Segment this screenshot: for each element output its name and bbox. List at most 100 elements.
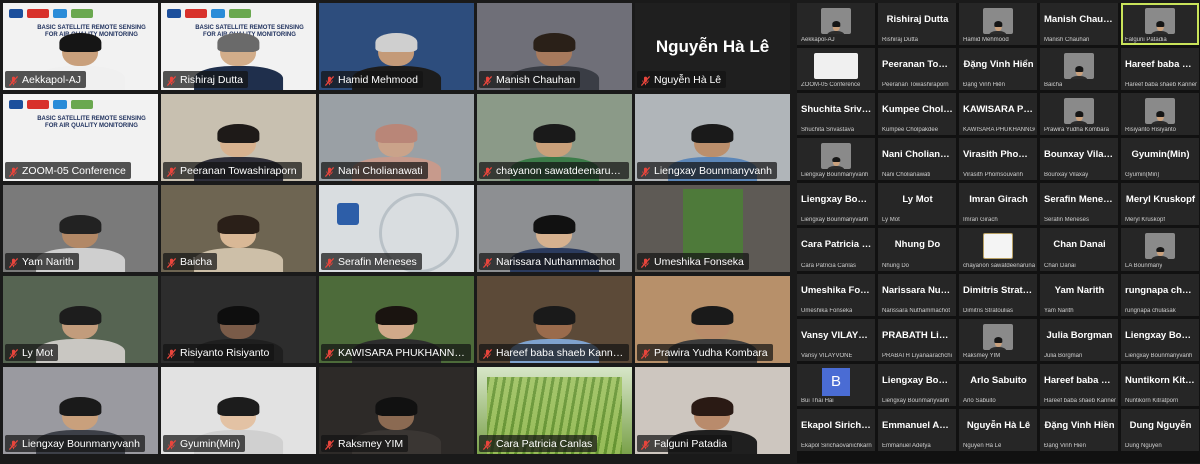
sidebar-participant-tile[interactable]: Manish Chauhan Manish Chauhan xyxy=(1040,3,1118,46)
sidebar-participant-tile[interactable]: Serafin Meneses Serafin Meneses xyxy=(1040,183,1118,226)
sidebar-participant-tile[interactable]: chayanon sawatdeenarunat xyxy=(959,228,1037,271)
sidebar-participant-tile[interactable]: Narissara Nutha... Narissara Nuthammachot xyxy=(878,273,956,316)
person-body xyxy=(1151,121,1169,125)
participant-tile[interactable]: Risiyanto Risiyanto xyxy=(161,276,316,363)
participant-name-label: Raksmey YIM xyxy=(321,435,409,452)
participant-tile[interactable]: Hareef baba shaeb Kannemadugu xyxy=(477,276,632,363)
participant-name: Liengxay Bounmanyvanh xyxy=(882,397,950,404)
muted-microphone-icon xyxy=(8,438,19,450)
participant-tile[interactable]: Prawira Yudha Kombara xyxy=(635,276,790,363)
sidebar-participant-tile[interactable]: Gyumin(Min) Gyumin(Min) xyxy=(1121,138,1199,181)
muted-microphone-icon xyxy=(324,256,335,268)
participant-name-label: Ly Mot xyxy=(5,344,59,361)
sidebar-participant-tile[interactable]: Nguyễn Hà Lê Nguyễn Hà Lê xyxy=(959,408,1037,451)
sidebar-participant-tile[interactable]: KAWISARA PHU... KAWISARA PHUKHANNGOEN xyxy=(959,93,1037,136)
participant-name-label: Hareef baba shaeb Kannemadugu xyxy=(479,344,629,361)
participant-tile[interactable]: Ly Mot xyxy=(3,276,158,363)
cmru-logo-icon xyxy=(983,233,1013,260)
sidebar-participant-tile[interactable]: PRABATH Liyan... PRABATH Liyanaarachchi xyxy=(878,318,956,361)
sidebar-participant-tile[interactable]: Kumpee Cholpa... Kumpee Cholpakdee xyxy=(878,93,956,136)
muted-microphone-icon xyxy=(482,438,493,450)
participant-tile[interactable]: Liengxay Bounmanyvanh xyxy=(3,367,158,454)
muted-microphone-icon xyxy=(166,256,177,268)
participant-tile[interactable]: Nguyễn Hà Lê Nguyễn Hà Lê xyxy=(635,3,790,90)
sidebar-participant-tile[interactable]: Nhung Do Nhung Do xyxy=(878,228,956,271)
sidebar-participant-tile[interactable]: Prawira Yudha Kombara xyxy=(1040,93,1118,136)
sidebar-participant-tile[interactable]: Baicha xyxy=(1040,48,1118,91)
participant-tile[interactable]: Peeranan Towashiraporn xyxy=(161,94,316,181)
participant-tile[interactable]: KAWISARA PHUKHANNGOEN xyxy=(319,276,474,363)
sidebar-participant-tile[interactable]: Đặng Vinh Hiển Đặng Vinh Hiển xyxy=(959,48,1037,91)
sidebar-participant-tile[interactable]: B Bui Thai Hai xyxy=(797,363,875,406)
partner-logo xyxy=(71,100,93,109)
sidebar-participant-tile[interactable]: Hareef baba sha... Hareef baba shaeb Kann… xyxy=(1040,363,1118,406)
sidebar-participant-tile[interactable]: Aekkapol-AJ xyxy=(797,3,875,46)
sidebar-participant-tile[interactable]: Hamid Mehmood xyxy=(959,3,1037,46)
muted-microphone-icon xyxy=(640,438,651,450)
sidebar-participant-tile[interactable]: Emmanuel Adetya Emmanuel Adetya xyxy=(878,408,956,451)
participant-tile[interactable]: Falguni Patadia xyxy=(635,367,790,454)
sidebar-participant-tile[interactable]: Meryl Kruskopf Meryl Kruskopf xyxy=(1121,183,1199,226)
sidebar-participant-tile[interactable]: Dimitris Stratoul... Dimitris Stratoulias xyxy=(959,273,1037,316)
sidebar-participant-tile[interactable]: ZOOM-05 Conference xyxy=(797,48,875,91)
slide-thumbnail xyxy=(814,53,858,80)
sidebar-participant-tile[interactable]: Risiyanto Risiyanto xyxy=(1121,93,1199,136)
sidebar-participant-tile[interactable]: Nuntikorn Kitrat... Nuntikorn Kitratporn xyxy=(1121,363,1199,406)
sidebar-participant-tile[interactable]: Virasith Phomso... Virasith Phomsouvanh xyxy=(959,138,1037,181)
participant-name: Hareef baba shaeb Kannemadugu xyxy=(1125,82,1197,89)
sidebar-participant-tile[interactable]: Bounxay Vilaxay Bounxay Vilaxay xyxy=(1040,138,1118,181)
sidebar-participant-tile[interactable]: Falguni Patadia xyxy=(1121,3,1199,46)
background-window xyxy=(683,189,743,259)
sidebar-participant-tile[interactable]: Vansy VILAYVONE Vansy VILAYVONE xyxy=(797,318,875,361)
sidebar-participant-tile[interactable]: Hareef baba shaeb... Hareef baba shaeb Ka… xyxy=(1121,48,1199,91)
sidebar-participant-tile[interactable]: Arlo Sabuito Arlo Sabuito xyxy=(959,363,1037,406)
sidebar-participant-tile[interactable]: Đặng Vinh Hiền Đặng Vinh Hiền xyxy=(1040,408,1118,451)
participant-tile[interactable]: Narissara Nuthammachot xyxy=(477,185,632,272)
participant-display-name: PRABATH Liyan... xyxy=(882,329,953,341)
participant-tile[interactable]: BASIC SATELLITE REMOTE SENSING FOR AIR Q… xyxy=(3,94,158,181)
participant-tile[interactable]: Cara Patricia Canlas xyxy=(477,367,632,454)
sidebar-participant-tile[interactable]: rungnapa chulas... rungnapa chulasak xyxy=(1121,273,1199,316)
sidebar-participant-tile[interactable]: Cara Patricia Ca... Cara Patricia Canlas xyxy=(797,228,875,271)
participant-tile[interactable]: Gyumin(Min) xyxy=(161,367,316,454)
participant-tile[interactable]: Liengxay Bounmanyvanh xyxy=(635,94,790,181)
participant-tile[interactable]: Hamid Mehmood xyxy=(319,3,474,90)
participant-tile[interactable]: chayanon sawatdeenarunat xyxy=(477,94,632,181)
sidebar-participant-tile[interactable]: Raksmey YIM xyxy=(959,318,1037,361)
person-body xyxy=(1070,121,1088,125)
sidebar-participant-tile[interactable]: Ekapol Sirichaov... Ekapol Sirichaovanich… xyxy=(797,408,875,451)
participant-tile[interactable]: Manish Chauhan xyxy=(477,3,632,90)
participant-tile[interactable]: BASIC SATELLITE REMOTE SENSING FOR AIR Q… xyxy=(161,3,316,90)
participant-thumbnail xyxy=(1145,98,1175,125)
person-hair xyxy=(691,306,734,326)
sidebar-participant-tile[interactable]: Nani Cholianawati Nani Cholianawati xyxy=(878,138,956,181)
participant-name: PRABATH Liyanaarachchi xyxy=(882,352,952,359)
sidebar-participant-tile[interactable]: Yam Narith Yam Narith xyxy=(1040,273,1118,316)
sidebar-participant-tile[interactable]: Julia Borgman Julia Borgman xyxy=(1040,318,1118,361)
participant-tile[interactable]: Umeshika Fonseka xyxy=(635,185,790,272)
participant-tile[interactable]: Raksmey YIM xyxy=(319,367,474,454)
sidebar-participant-tile[interactable]: Liengxay Boun... Liengxay Bounmanyvanh xyxy=(797,183,875,226)
participant-thumbnail xyxy=(1064,98,1094,125)
sidebar-participant-tile[interactable]: Liengxay Boun... Liengxay Bounmanyvanh xyxy=(1121,318,1199,361)
sidebar-participant-tile[interactable]: Liengxay Boun... Liengxay Bounmanyvanh xyxy=(878,363,956,406)
sidebar-participant-tile[interactable]: Umeshika Fonseka Umeshika Fonseka xyxy=(797,273,875,316)
participant-tile[interactable]: Baicha xyxy=(161,185,316,272)
sidebar-participant-tile[interactable]: Chan Danai Chan Danai xyxy=(1040,228,1118,271)
participant-tile[interactable]: BASIC SATELLITE REMOTE SENSING FOR AIR Q… xyxy=(3,3,158,90)
sidebar-participant-tile[interactable]: Rishiraj Dutta Rishiraj Dutta xyxy=(878,3,956,46)
participant-tile[interactable]: Yam Narith xyxy=(3,185,158,272)
participant-display-name: Chan Danai xyxy=(1053,239,1106,251)
sidebar-participant-tile[interactable]: LA Bounmany xyxy=(1121,228,1199,271)
participant-tile[interactable]: Nani Cholianawati xyxy=(319,94,474,181)
participant-display-name: Virasith Phomso... xyxy=(963,149,1034,161)
sidebar-participant-tile[interactable]: Liengxay Bounmanyvanh xyxy=(797,138,875,181)
sidebar-participant-tile[interactable]: Shuchita Srivast... Shuchita Srivastava xyxy=(797,93,875,136)
sidebar-participant-tile[interactable]: Peeranan Towas... Peeranan Towashiraporn xyxy=(878,48,956,91)
sidebar-participant-tile[interactable]: Imran Girach Imran Girach xyxy=(959,183,1037,226)
sidebar-participant-tile[interactable]: Dung Nguyễn Dung Nguyễn xyxy=(1121,408,1199,451)
participant-display-name: Ekapol Sirichaov... xyxy=(801,419,872,431)
participant-thumbnail xyxy=(983,8,1013,34)
participant-tile[interactable]: Serafin Meneses xyxy=(319,185,474,272)
sidebar-participant-tile[interactable]: Ly Mot Ly Mot xyxy=(878,183,956,226)
